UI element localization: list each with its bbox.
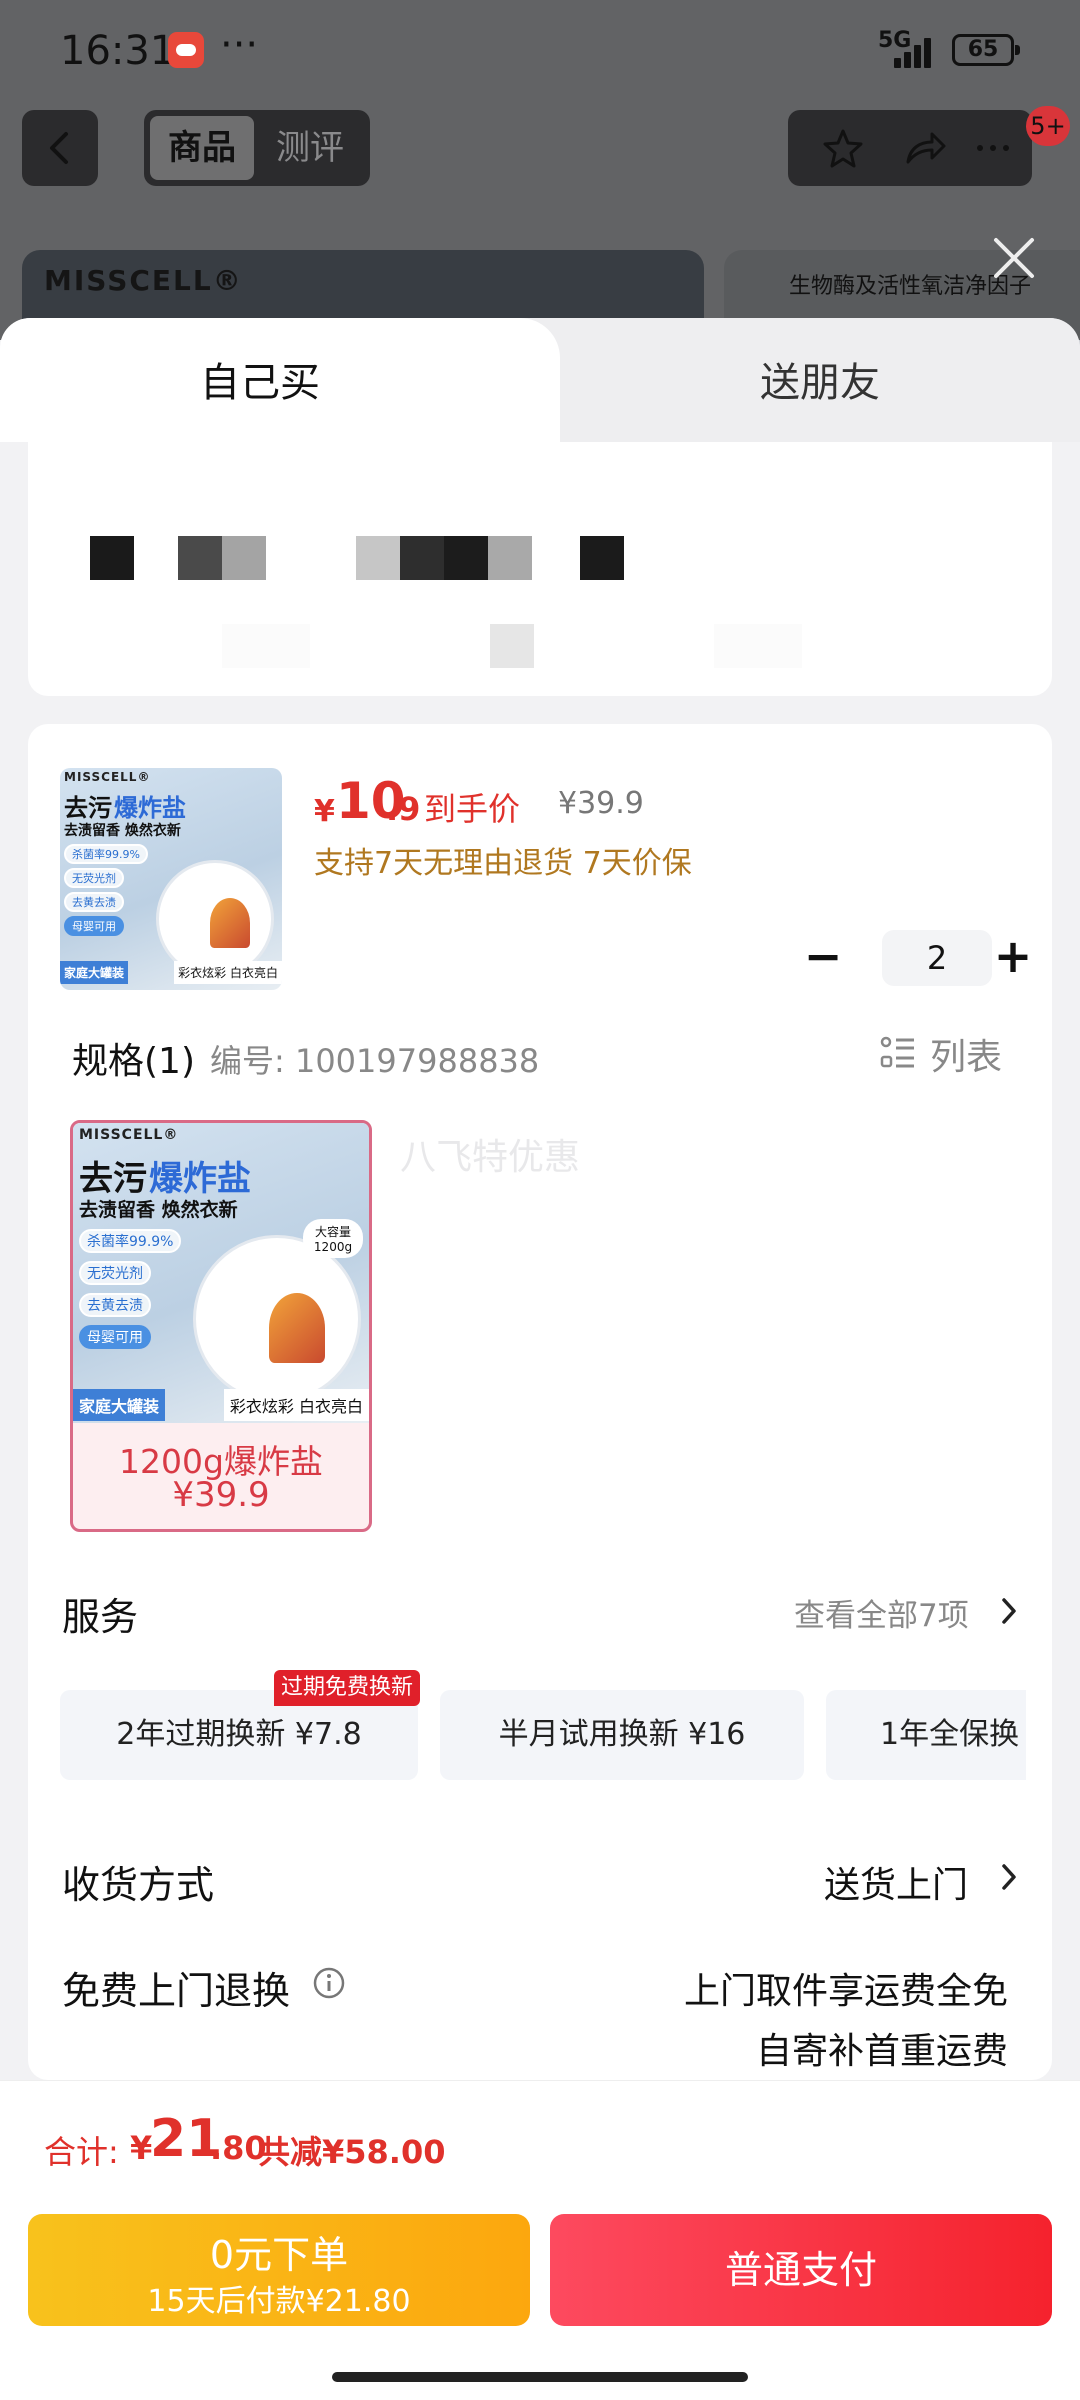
service-promo-tag: 过期免费换新 [274,1670,420,1706]
top-nav: 商品 测评 [0,110,1080,190]
service-option[interactable]: 半月试用换新 ¥16 [440,1690,804,1780]
more-notifications-icon: ··· [220,22,259,68]
delivery-value[interactable]: 送货上门 [668,1856,968,1908]
tub-label-illustration [269,1293,325,1363]
image-title-a: 去污 [64,794,112,822]
image-title-a: 去污 [79,1159,147,1199]
back-button[interactable] [22,110,98,186]
total-bar: 合计: ¥ 21 .80 共减¥58.00 [0,2080,1080,2198]
image-title-b: 爆炸盐 [114,794,186,822]
quantity-stepper: − 2 + [798,930,1038,986]
increase-button[interactable]: + [988,930,1038,986]
service-title: 服务 [62,1595,139,1639]
pay-later-title: 0元下单 [209,2233,349,2277]
decrease-button[interactable]: − [798,930,848,986]
list-icon [880,1036,914,1068]
home-indicator[interactable] [332,2372,748,2382]
product-thumbnail[interactable]: MISSCELL® 去污 爆炸盐 去渍留香 焕然衣新 杀菌率99.9% 无荧光剂… [60,768,282,990]
chevron-right-icon[interactable] [1000,1862,1018,1892]
image-brand: MISSCELL® [79,1127,179,1143]
image-footer-right: 彩衣炫彩 白衣亮白 [174,961,282,984]
total-saving: 共减¥58.00 [258,2133,446,2171]
original-price: ¥39.9 [558,786,644,821]
signal-icon [890,36,936,68]
spec-label: 规格(1) [72,1041,195,1082]
free-return-line2: 自寄补首重运费 [755,2031,1008,2072]
image-subtitle: 去渍留香 焕然衣新 [64,823,181,839]
star-icon[interactable] [822,128,864,168]
image-footer-left: 家庭大罐装 [73,1389,166,1421]
image-chip: 无荧光剂 [64,868,124,888]
price-currency: ¥ [314,794,335,829]
tab-gift-friend[interactable]: 送朋友 [520,318,1080,442]
return-guarantee: 支持7天无理由退货 7天价保 [314,846,692,881]
tab-buy-self-label: 自己买 [200,360,320,406]
tab-gift-friend-label: 送朋友 [760,360,880,406]
pay-later-button[interactable]: 0元下单 15天后付款¥21.80 [28,2214,530,2326]
status-time: 16:31 [60,28,176,74]
nav-actions [788,110,1032,186]
image-chip: 母婴可用 [79,1325,151,1349]
more-icon[interactable] [972,128,1014,168]
payment-bar: 0元下单 15天后付款¥21.80 普通支付 [0,2198,1080,2400]
quantity-value[interactable]: 2 [882,930,992,986]
service-option[interactable]: 1年全保换 [826,1690,1026,1780]
variant-image: MISSCELL® 去污 爆炸盐 去渍留香 焕然衣新 大容量 1200g 杀菌率… [73,1123,369,1423]
image-chip: 杀菌率99.9% [79,1229,182,1253]
image-chip: 去黄去渍 [79,1293,151,1317]
status-bar: 16:31 ··· 5G 65 [0,0,1080,100]
image-chip: 去黄去渍 [64,892,124,912]
price-tag: 到手价 [424,790,521,828]
image-brand: MISSCELL® [64,770,151,784]
free-return-line1: 上门取件享运费全免 [683,1971,1008,2012]
background-brand-logo: MISSCELL® [44,264,243,297]
image-title-b: 爆炸盐 [149,1159,251,1199]
watermark-text: 八飞特优惠 [400,1137,581,1178]
order-card: MISSCELL® 去污 爆炸盐 去渍留香 焕然衣新 杀菌率99.9% 无荧光剂… [28,724,1052,2080]
message-badge: 5+ [1026,106,1070,146]
variant-option-selected[interactable]: MISSCELL® 去污 爆炸盐 去渍留香 焕然衣新 大容量 1200g 杀菌率… [70,1120,372,1532]
service-view-all[interactable]: 查看全部7项 [794,1590,969,1635]
total-currency: ¥ [130,2129,153,2167]
app-notification-icon [168,32,204,68]
product-code: 编号: 100197988838 [210,1042,540,1080]
delivery-label: 收货方式 [62,1863,215,1907]
total-label: 合计: [44,2133,119,2171]
pay-now-button[interactable]: 普通支付 [550,2214,1052,2326]
tab-buy-self[interactable]: 自己买 [0,318,560,442]
product-review-switch: 商品 测评 [144,110,370,186]
image-subtitle: 去渍留香 焕然衣新 [79,1199,238,1221]
back-arrow-icon [50,132,68,164]
tub-label-illustration [210,898,250,948]
price-decimal: .9 [386,790,421,828]
image-footer-right: 彩衣炫彩 白衣亮白 [223,1389,369,1421]
image-capacity: 大容量 1200g [303,1219,363,1258]
image-chip: 母婴可用 [64,916,124,936]
free-return-label: 免费上门退换 [62,1969,291,2013]
image-chip: 无荧光剂 [79,1261,151,1285]
chevron-right-icon[interactable] [1000,1596,1018,1626]
image-footer-left: 家庭大罐装 [60,961,129,984]
pay-later-subtitle: 15天后付款¥21.80 [147,2284,411,2319]
image-chip: 杀菌率99.9% [64,844,148,864]
share-icon[interactable] [904,128,946,168]
tab-product[interactable]: 商品 [150,116,254,180]
info-icon[interactable] [312,1966,346,2000]
battery-icon: 65 [952,34,1020,66]
close-icon[interactable] [992,236,1036,280]
tab-review[interactable]: 测评 [258,116,362,180]
variant-price: ¥39.9 [172,1475,270,1515]
list-label: 列表 [930,1037,1003,1078]
